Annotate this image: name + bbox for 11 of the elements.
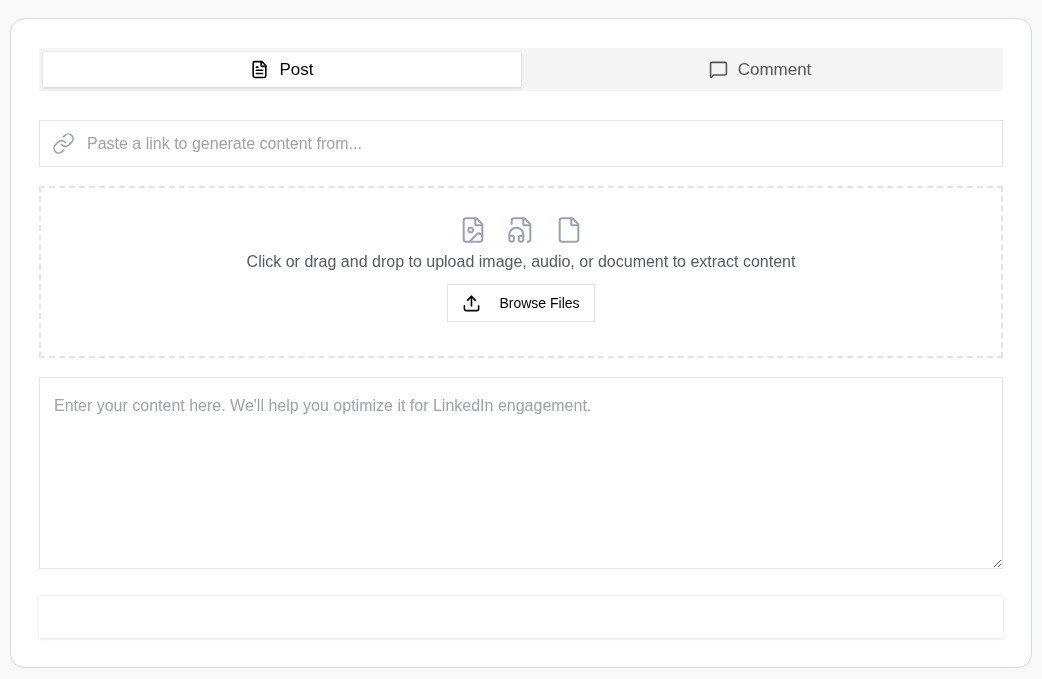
- content-field[interactable]: Enter your content here. We'll help you optimize it for LinkedIn engagement.: [39, 377, 1003, 569]
- document-icon: [250, 60, 270, 79]
- browse-files-button[interactable]: Browse Files: [447, 284, 595, 322]
- link-field[interactable]: Paste a link to generate content from...: [39, 120, 1003, 167]
- tab[interactable]: Post: [43, 52, 521, 87]
- tab[interactable]: Comment: [521, 52, 999, 87]
- upload-dropzone[interactable]: Click or drag and drop to upload image, audio, or document to extract content Browse Files: [39, 186, 1003, 358]
- upload-icon: [462, 293, 482, 313]
- link-icon: [52, 132, 75, 155]
- chat-bubble-icon: [708, 60, 728, 79]
- upload-hint: Click or drag and drop to upload image, audio, or document to extract content: [246, 252, 796, 272]
